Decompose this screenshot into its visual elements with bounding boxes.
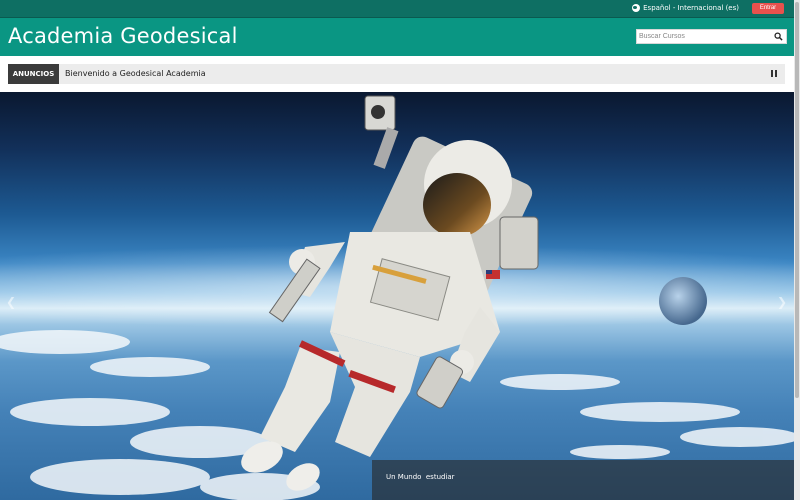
language-selector[interactable]: Español - Internacional (es)	[632, 4, 739, 12]
announcement-text[interactable]: Bienvenido a Geodesical Academia	[65, 64, 206, 84]
scrollbar-thumb[interactable]	[795, 2, 799, 398]
course-search	[636, 29, 787, 44]
announcement-ticker: ANUNCIOS Bienvenido a Geodesical Academi…	[8, 64, 785, 84]
search-input[interactable]	[639, 30, 769, 43]
page-scrollbar[interactable]	[794, 0, 800, 500]
chevron-left-icon: ❮	[6, 295, 17, 309]
pause-icon[interactable]	[771, 70, 778, 78]
top-bar: Español - Internacional (es) Entrar	[0, 0, 794, 18]
site-title[interactable]: Academia Geodesical	[8, 24, 238, 48]
astronaut-image	[0, 95, 794, 500]
slider-next-button[interactable]: ❯	[777, 295, 787, 309]
announcements-bar: ANUNCIOS Bienvenido a Geodesical Academi…	[0, 56, 794, 92]
site-header: Academia Geodesical	[0, 18, 794, 56]
page: Español - Internacional (es) Entrar Acad…	[0, 0, 800, 500]
hero-slider: ❮ ❯ Un Mundo estudiar	[0, 92, 794, 500]
slide-caption: Un Mundo estudiar	[372, 460, 794, 500]
caption-text: Un Mundo estudiar	[386, 473, 455, 481]
search-icon[interactable]	[774, 32, 783, 41]
login-button[interactable]: Entrar	[752, 3, 784, 14]
announcements-label: ANUNCIOS	[8, 64, 59, 84]
language-label: Español - Internacional (es)	[643, 4, 739, 12]
slider-prev-button[interactable]: ❮	[6, 295, 16, 309]
chevron-right-icon: ❯	[777, 295, 788, 309]
globe-icon	[632, 4, 641, 12]
